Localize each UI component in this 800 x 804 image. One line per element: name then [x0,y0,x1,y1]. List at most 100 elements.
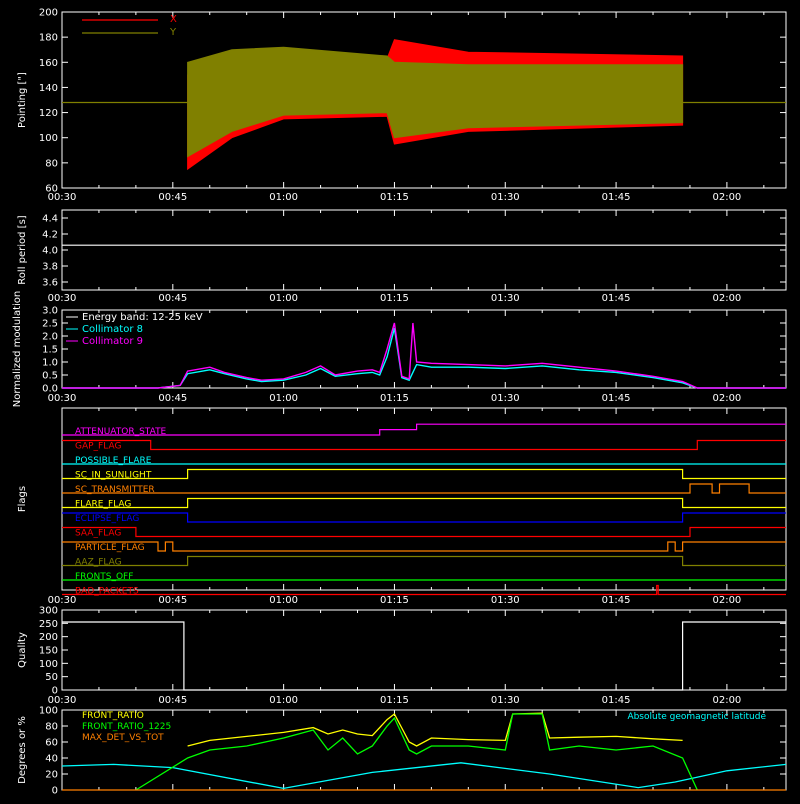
chart-canvas: 6080100120140160180200Pointing ["]XY00:3… [12,8,787,797]
flag-label: AAZ_FLAG [75,558,122,568]
flag-label: PARTICLE_FLAG [75,543,145,553]
y-tick-label: 3.8 [42,262,58,273]
x-tick-label: 00:45 [158,293,187,304]
y-tick-label: 2.5 [42,319,58,330]
x-tick-label: 02:00 [712,293,741,304]
x-tick-label: 01:45 [602,695,631,706]
x-tick-label: 01:30 [491,293,520,304]
flag-line-gap-flag [62,439,786,451]
legend-label: MAX_DET_VS_TOT [82,733,164,743]
modulation-collimator-8 [62,328,786,389]
flag-label: FRONTS_OFF [75,572,133,582]
flag-line-sc-in-sunlight [62,468,786,480]
y-axis-label: Roll period [s] [17,215,28,284]
y-tick-label: 3.0 [42,306,58,317]
x-tick-label: 01:30 [491,595,520,606]
x-tick-label: 02:00 [712,192,741,203]
flag-label: BAD_PACKETS [75,587,139,597]
y-tick-label: 4.4 [42,214,58,225]
x-tick-label: 00:30 [48,293,77,304]
x-tick-label: 01:30 [491,695,520,706]
y-tick-label: 4.2 [42,230,58,241]
y-tick-label: 100 [39,659,58,670]
flag-label: ATTENUATOR_STATE [75,427,167,437]
y-axis-label: Pointing ["] [17,72,28,128]
x-tick-label: 00:45 [158,695,187,706]
quality-line [62,621,786,691]
y-tick-label: 0 [52,786,58,797]
y-tick-label: 200 [39,8,58,19]
x-tick-label: 00:30 [48,695,77,706]
y-tick-label: 100 [39,706,58,717]
x-tick-label: 01:45 [602,393,631,404]
y-tick-label: 140 [39,83,58,94]
legend-label-x: X [170,14,177,25]
flag-label: ECLIPSE_FLAG [75,514,139,524]
x-tick-label: 02:00 [712,393,741,404]
legend-label: Collimator 8 [82,324,143,335]
y-tick-label: 300 [39,606,58,617]
flag-line-saa-flag [62,526,786,538]
x-tick-label: 01:45 [602,192,631,203]
y-tick-label: 0.5 [42,371,58,382]
x-tick-label: 01:00 [269,595,298,606]
y-tick-label: 1.0 [42,358,58,369]
y-tick-label: 50 [45,672,58,683]
y-tick-label: 200 [39,632,58,643]
legend-label-y: Y [169,27,177,38]
x-tick-label: 01:30 [491,192,520,203]
legend-label: FRONT_RATIO_1225 [82,722,171,732]
x-tick-label: 01:15 [380,393,409,404]
x-tick-label: 01:15 [380,695,409,706]
flag-line-aaz-flag [62,555,786,567]
x-tick-label: 01:00 [269,393,298,404]
y-tick-label: 120 [39,108,58,119]
legend-label: FRONT_RATIO [82,711,144,721]
legend-title: Energy band: 12-25 keV [82,312,203,323]
series-front-ratio [187,712,683,747]
flag-line-eclipse-flag [62,512,786,523]
flag-label: POSSIBLE_FLARE [75,456,152,466]
legend-label: Collimator 9 [82,336,143,347]
series-geomagnetic-latitude [61,762,787,790]
y-axis-label: Flags [17,486,28,512]
y-axis-label: Quality [17,632,28,668]
modulation-collimator-9 [62,322,786,389]
x-tick-label: 00:30 [48,393,77,404]
x-tick-label: 01:15 [380,293,409,304]
y-tick-label: 3.6 [42,278,58,289]
annotation-latitude: Absolute geomagnetic latitude [627,712,766,722]
y-tick-label: 100 [39,133,58,144]
x-tick-label: 02:00 [712,695,741,706]
flag-label: SC_TRANSMITTER [75,485,155,495]
y-tick-label: 180 [39,33,58,44]
x-tick-label: 00:30 [48,595,77,606]
x-tick-label: 01:30 [491,393,520,404]
y-tick-label: 160 [39,58,58,69]
x-tick-label: 00:30 [48,192,77,203]
y-axis-label: Normalized modulation [12,291,23,408]
flag-label: SAA_FLAG [75,529,121,539]
x-tick-label: 01:00 [269,695,298,706]
flag-label: FLARE_FLAG [75,500,131,510]
flag-label: GAP_FLAG [75,442,121,452]
series-front-ratio-1225 [135,713,698,791]
flag-line-sc-transmitter [62,483,786,494]
x-tick-label: 00:45 [158,192,187,203]
y-axis-label: Degrees or % [17,716,28,784]
x-tick-label: 01:45 [602,293,631,304]
roll-period-panel-frame [61,209,787,291]
x-tick-label: 01:45 [602,595,631,606]
y-tick-label: 1.5 [42,345,58,356]
flag-line-flare-flag [62,497,786,509]
y-tick-label: 20 [45,770,58,781]
x-tick-label: 01:00 [269,192,298,203]
flag-line-particle-flag [62,541,786,552]
y-tick-label: 80 [45,722,58,733]
y-tick-label: 150 [39,646,58,657]
y-tick-label: 2.0 [42,332,58,343]
x-tick-label: 02:00 [712,595,741,606]
y-tick-label: 250 [39,619,58,630]
y-tick-label: 60 [45,738,58,749]
y-tick-label: 4.0 [42,246,58,257]
